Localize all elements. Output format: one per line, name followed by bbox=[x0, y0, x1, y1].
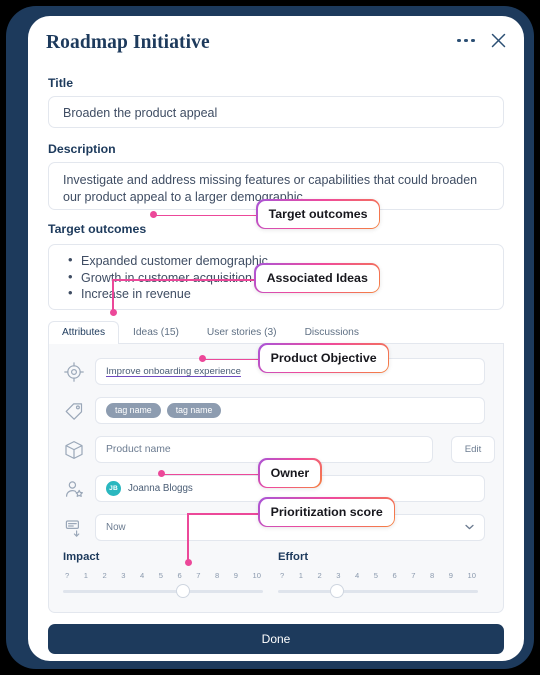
title-input[interactable]: Broaden the product appeal bbox=[48, 96, 504, 128]
tags-row: tag name tag name bbox=[63, 397, 485, 424]
tag-icon bbox=[63, 400, 85, 422]
person-star-icon bbox=[63, 478, 85, 500]
connector-dot bbox=[158, 470, 165, 477]
tick: 2 bbox=[102, 571, 107, 580]
tick: 3 bbox=[121, 571, 126, 580]
target-icon bbox=[63, 361, 85, 383]
impact-slider-group: Impact ? 1 2 3 4 5 6 7 8 9 10 bbox=[63, 551, 263, 598]
callout-label: Target outcomes bbox=[257, 200, 379, 228]
box-icon bbox=[63, 439, 85, 461]
more-horizontal-icon[interactable] bbox=[457, 38, 475, 43]
slider-rail bbox=[63, 590, 263, 593]
tag-chip[interactable]: tag name bbox=[166, 402, 222, 419]
edit-button[interactable]: Edit bbox=[451, 436, 495, 463]
tick: 8 bbox=[430, 571, 435, 580]
tick: 6 bbox=[392, 571, 397, 580]
callout-target-outcomes: Target outcomes bbox=[256, 199, 381, 230]
tick: 2 bbox=[317, 571, 322, 580]
effort-slider-group: Effort ? 1 2 3 4 5 6 7 8 9 10 bbox=[278, 551, 478, 598]
impact-tick-labels: ? 1 2 3 4 5 6 7 8 9 10 bbox=[63, 571, 263, 580]
tab-user-stories[interactable]: User stories (3) bbox=[193, 321, 291, 344]
owner-name: Joanna Bloggs bbox=[128, 483, 193, 494]
tick: 3 bbox=[336, 571, 341, 580]
tab-attributes[interactable]: Attributes bbox=[48, 321, 120, 344]
tag-chip[interactable]: tag name bbox=[106, 402, 161, 419]
dialog-header: Roadmap Initiative bbox=[46, 32, 506, 68]
tick: 7 bbox=[411, 571, 416, 580]
chevron-down-icon[interactable] bbox=[465, 522, 474, 533]
tab-ideas[interactable]: Ideas (15) bbox=[119, 321, 193, 344]
tab-bar: Attributes Ideas (15) User stories (3) D… bbox=[48, 319, 504, 344]
tick: 4 bbox=[355, 571, 360, 580]
device-bezel: Roadmap Initiative Title Broaden the pro… bbox=[6, 6, 534, 669]
connector-line bbox=[112, 279, 272, 281]
tick: 5 bbox=[373, 571, 378, 580]
tab-discussions[interactable]: Discussions bbox=[291, 321, 373, 344]
objective-link[interactable]: Improve onboarding experience bbox=[106, 366, 241, 377]
tick: ? bbox=[65, 571, 70, 580]
avatar: JB bbox=[106, 481, 121, 496]
impact-label: Impact bbox=[63, 551, 100, 563]
callout-owner: Owner bbox=[258, 458, 322, 489]
connector-dot bbox=[109, 309, 117, 316]
connector-line bbox=[187, 513, 189, 562]
effort-label: Effort bbox=[278, 551, 309, 563]
callout-product-objective: Product Objective bbox=[258, 343, 390, 374]
priority-value: Now bbox=[106, 522, 126, 533]
header-actions bbox=[457, 33, 506, 48]
callout-associated-ideas: Associated Ideas bbox=[254, 263, 381, 294]
tick: 8 bbox=[215, 571, 220, 580]
tick: 10 bbox=[467, 571, 476, 580]
callout-label: Associated Ideas bbox=[255, 264, 379, 292]
tick: 1 bbox=[298, 571, 303, 580]
dialog-card: Roadmap Initiative Title Broaden the pro… bbox=[28, 16, 524, 661]
callout-label: Owner bbox=[259, 459, 321, 487]
connector-dot bbox=[184, 559, 192, 566]
target-outcomes-label: Target outcomes bbox=[48, 222, 147, 236]
prioritize-icon bbox=[63, 517, 85, 539]
connector-dot bbox=[199, 355, 206, 362]
done-button[interactable]: Done bbox=[48, 624, 504, 654]
close-icon[interactable] bbox=[491, 33, 506, 48]
page-title: Roadmap Initiative bbox=[46, 32, 210, 53]
tick: 9 bbox=[448, 571, 453, 580]
tick: 7 bbox=[196, 571, 201, 580]
impact-slider[interactable] bbox=[63, 584, 263, 598]
effort-tick-labels: ? 1 2 3 4 5 6 7 8 9 10 bbox=[278, 571, 478, 580]
tags-input[interactable]: tag name tag name bbox=[95, 397, 485, 424]
tick: ? bbox=[280, 571, 285, 580]
tick: 6 bbox=[177, 571, 182, 580]
effort-slider[interactable] bbox=[278, 584, 478, 598]
tick: 10 bbox=[252, 571, 261, 580]
callout-label: Prioritization score bbox=[259, 498, 394, 526]
connector-dot bbox=[150, 211, 157, 218]
connector-line bbox=[153, 214, 273, 217]
callout-label: Product Objective bbox=[259, 344, 388, 372]
description-label: Description bbox=[48, 142, 116, 156]
tick: 5 bbox=[158, 571, 163, 580]
title-label: Title bbox=[48, 76, 74, 90]
connector-line bbox=[112, 279, 114, 312]
slider-rail bbox=[278, 590, 478, 593]
tick: 4 bbox=[140, 571, 145, 580]
tick: 1 bbox=[83, 571, 88, 580]
callout-prioritization-score: Prioritization score bbox=[258, 497, 396, 528]
tick: 9 bbox=[233, 571, 238, 580]
effort-slider-thumb[interactable] bbox=[330, 584, 345, 598]
impact-slider-thumb[interactable] bbox=[176, 584, 191, 598]
